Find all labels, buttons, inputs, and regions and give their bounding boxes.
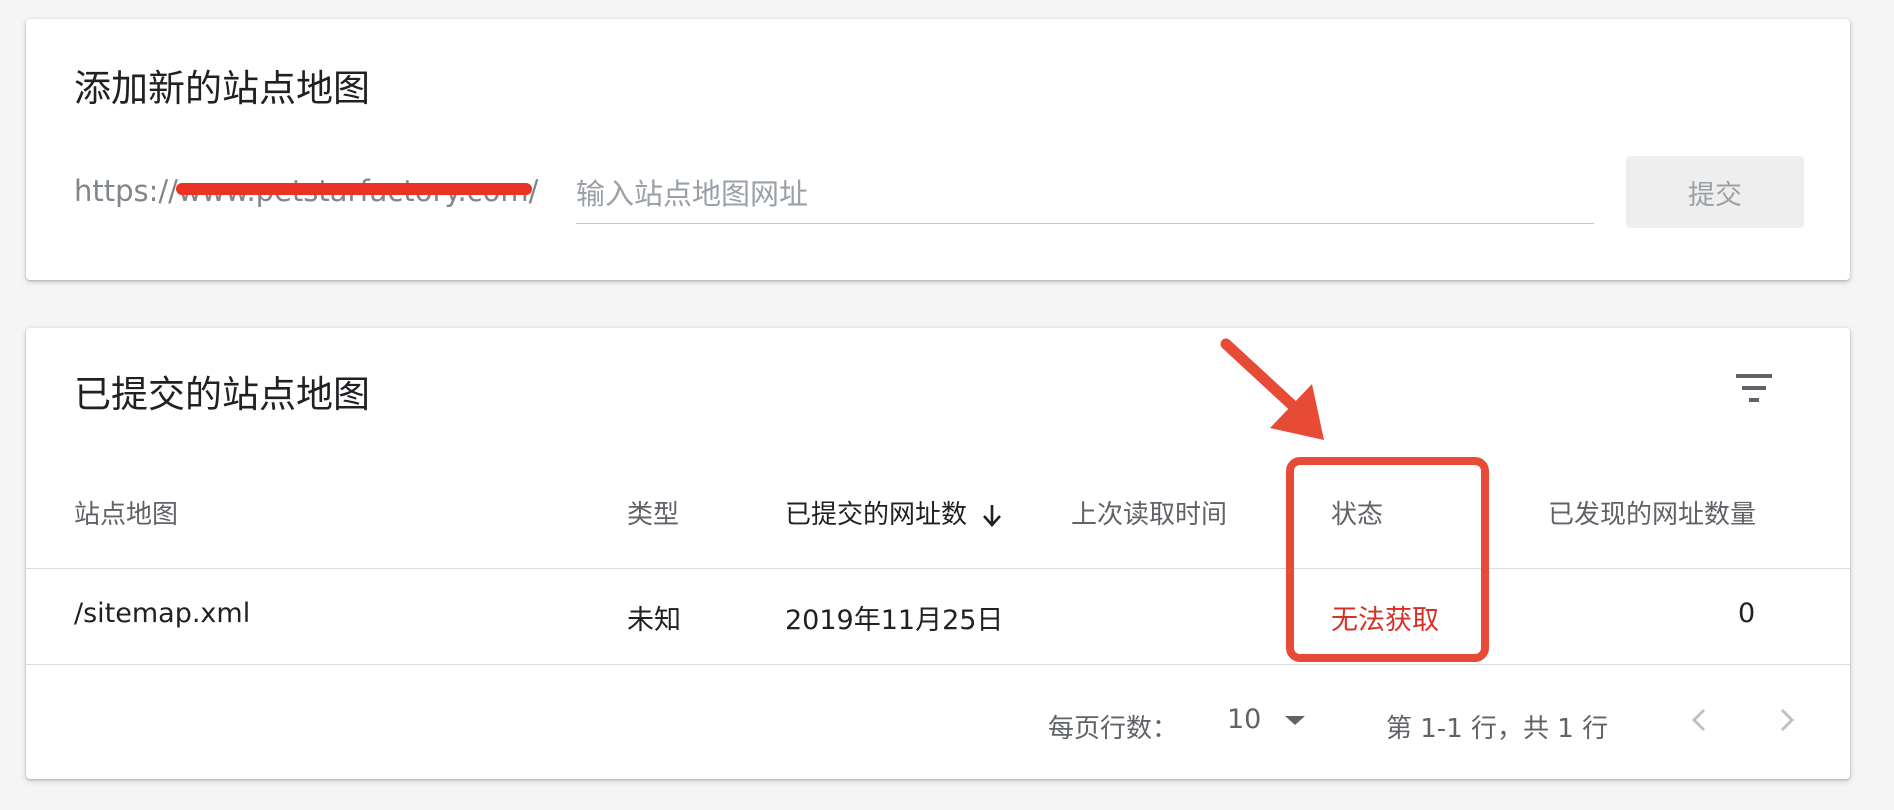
dropdown-arrow-icon: [1285, 715, 1306, 725]
annotation-highlight-box: [1286, 457, 1489, 662]
submitted-sitemaps-title: 已提交的站点地图: [74, 373, 370, 416]
pagination-range: 第 1-1 行，共 1 行: [1386, 714, 1609, 744]
rows-per-page-select[interactable]: 10: [1227, 704, 1307, 735]
submit-button[interactable]: 提交: [1626, 156, 1804, 228]
col-header-submitted-label: 已提交的网址数: [785, 500, 968, 530]
col-header-submitted[interactable]: 已提交的网址数: [785, 494, 1003, 531]
annotation-arrow-icon: [1220, 338, 1324, 440]
row-divider: [26, 664, 1850, 665]
col-header-discovered[interactable]: 已发现的网址数量: [1548, 494, 1756, 531]
arrow-down-icon[interactable]: [981, 503, 1003, 529]
col-header-sitemap[interactable]: 站点地图: [74, 494, 178, 531]
chevron-left-icon[interactable]: [1680, 700, 1720, 740]
header-divider: [26, 568, 1850, 569]
redaction-mark: [176, 183, 532, 195]
rows-per-page-value: 10: [1227, 704, 1262, 735]
cell-type: 未知: [627, 605, 681, 636]
col-header-type[interactable]: 类型: [627, 494, 679, 531]
chevron-right-icon[interactable]: [1766, 700, 1806, 740]
cell-sitemap[interactable]: /sitemap.xml: [74, 598, 250, 629]
cell-discovered: 0: [1738, 598, 1756, 629]
filter-list-icon[interactable]: [1730, 364, 1778, 412]
col-header-last-read[interactable]: 上次读取时间: [1071, 494, 1227, 531]
cell-submitted-date: 2019年11月25日: [785, 605, 1004, 636]
rows-per-page-label: 每页行数：: [1048, 714, 1179, 744]
add-sitemap-title: 添加新的站点地图: [74, 67, 370, 110]
sitemap-url-input[interactable]: [576, 174, 1594, 224]
